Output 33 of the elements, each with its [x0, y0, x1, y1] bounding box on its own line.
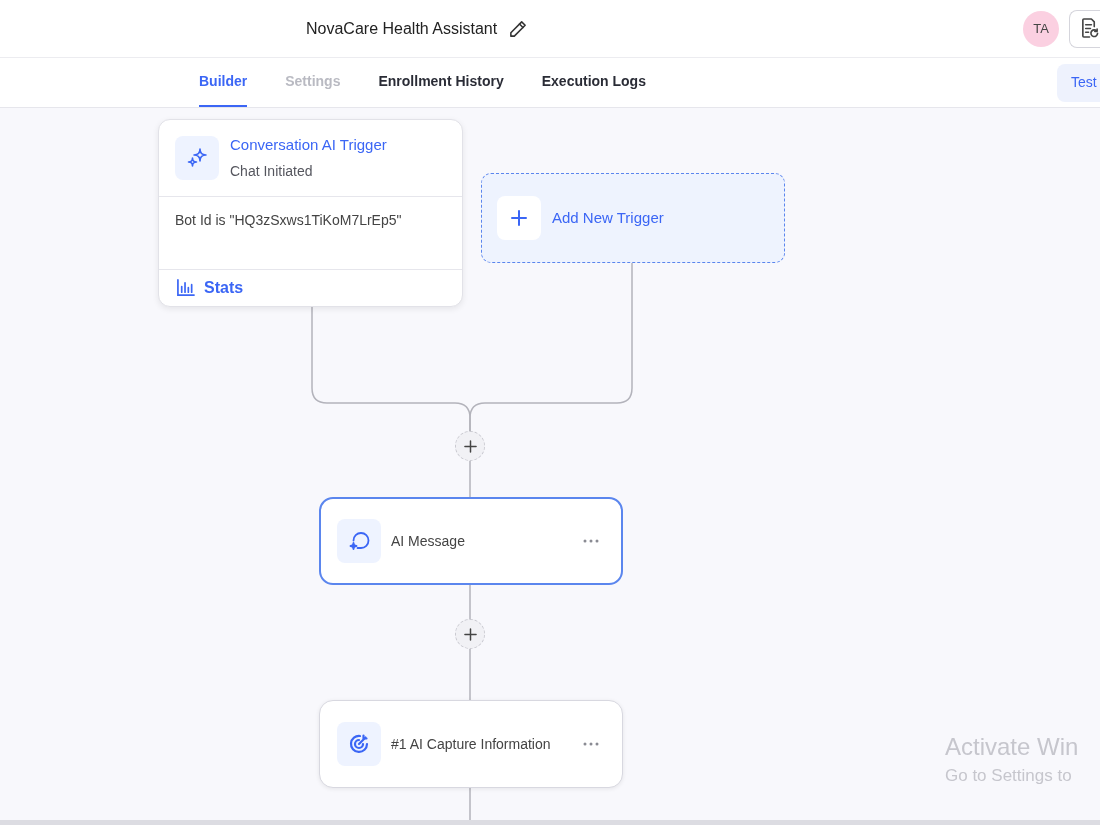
- add-trigger-button[interactable]: Add New Trigger: [481, 173, 785, 263]
- plus-icon: [463, 627, 477, 641]
- tab[interactable]: Enrollment History: [378, 58, 504, 107]
- trigger-card[interactable]: Conversation AI Trigger Chat Initiated Bot Id is "HQ3zSxws1TiKoM7LrEp5" Stats: [158, 119, 463, 307]
- workflow-title: NovaCare Health Assistant: [306, 18, 498, 39]
- connector-line: [469, 787, 471, 820]
- sparkle-icon: [175, 136, 219, 180]
- add-step-button[interactable]: [455, 619, 485, 649]
- connector-line: [469, 460, 471, 498]
- step-label: #1 AI Capture Information: [391, 734, 551, 754]
- trigger-title: Conversation AI Trigger: [230, 134, 387, 155]
- ellipsis-icon[interactable]: [583, 539, 599, 543]
- step-label: AI Message: [391, 531, 465, 551]
- connector-line: [469, 584, 471, 620]
- pencil-icon[interactable]: [510, 20, 527, 37]
- plus-icon: [497, 196, 541, 240]
- document-icon: [1080, 18, 1099, 39]
- connector-line: [469, 648, 471, 701]
- test-button[interactable]: Test: [1057, 63, 1100, 102]
- ellipsis-icon[interactable]: [583, 742, 599, 746]
- trigger-subtitle: Chat Initiated: [230, 162, 314, 182]
- document-button[interactable]: [1069, 9, 1100, 48]
- step-node[interactable]: AI Message: [319, 497, 623, 585]
- stats-button[interactable]: Stats: [176, 276, 244, 300]
- user-avatar[interactable]: TA: [1023, 10, 1059, 47]
- add-step-button[interactable]: [455, 431, 485, 461]
- target-icon: [337, 722, 381, 766]
- step-node[interactable]: #1 AI Capture Information: [319, 700, 623, 788]
- tab[interactable]: Execution Logs: [541, 58, 646, 107]
- chat-bubble-icon: [337, 519, 381, 563]
- plus-icon: [463, 439, 477, 453]
- bar-chart-icon: [176, 279, 195, 297]
- trigger-condition: Bot Id is "HQ3zSxws1TiKoM7LrEp5": [175, 212, 402, 228]
